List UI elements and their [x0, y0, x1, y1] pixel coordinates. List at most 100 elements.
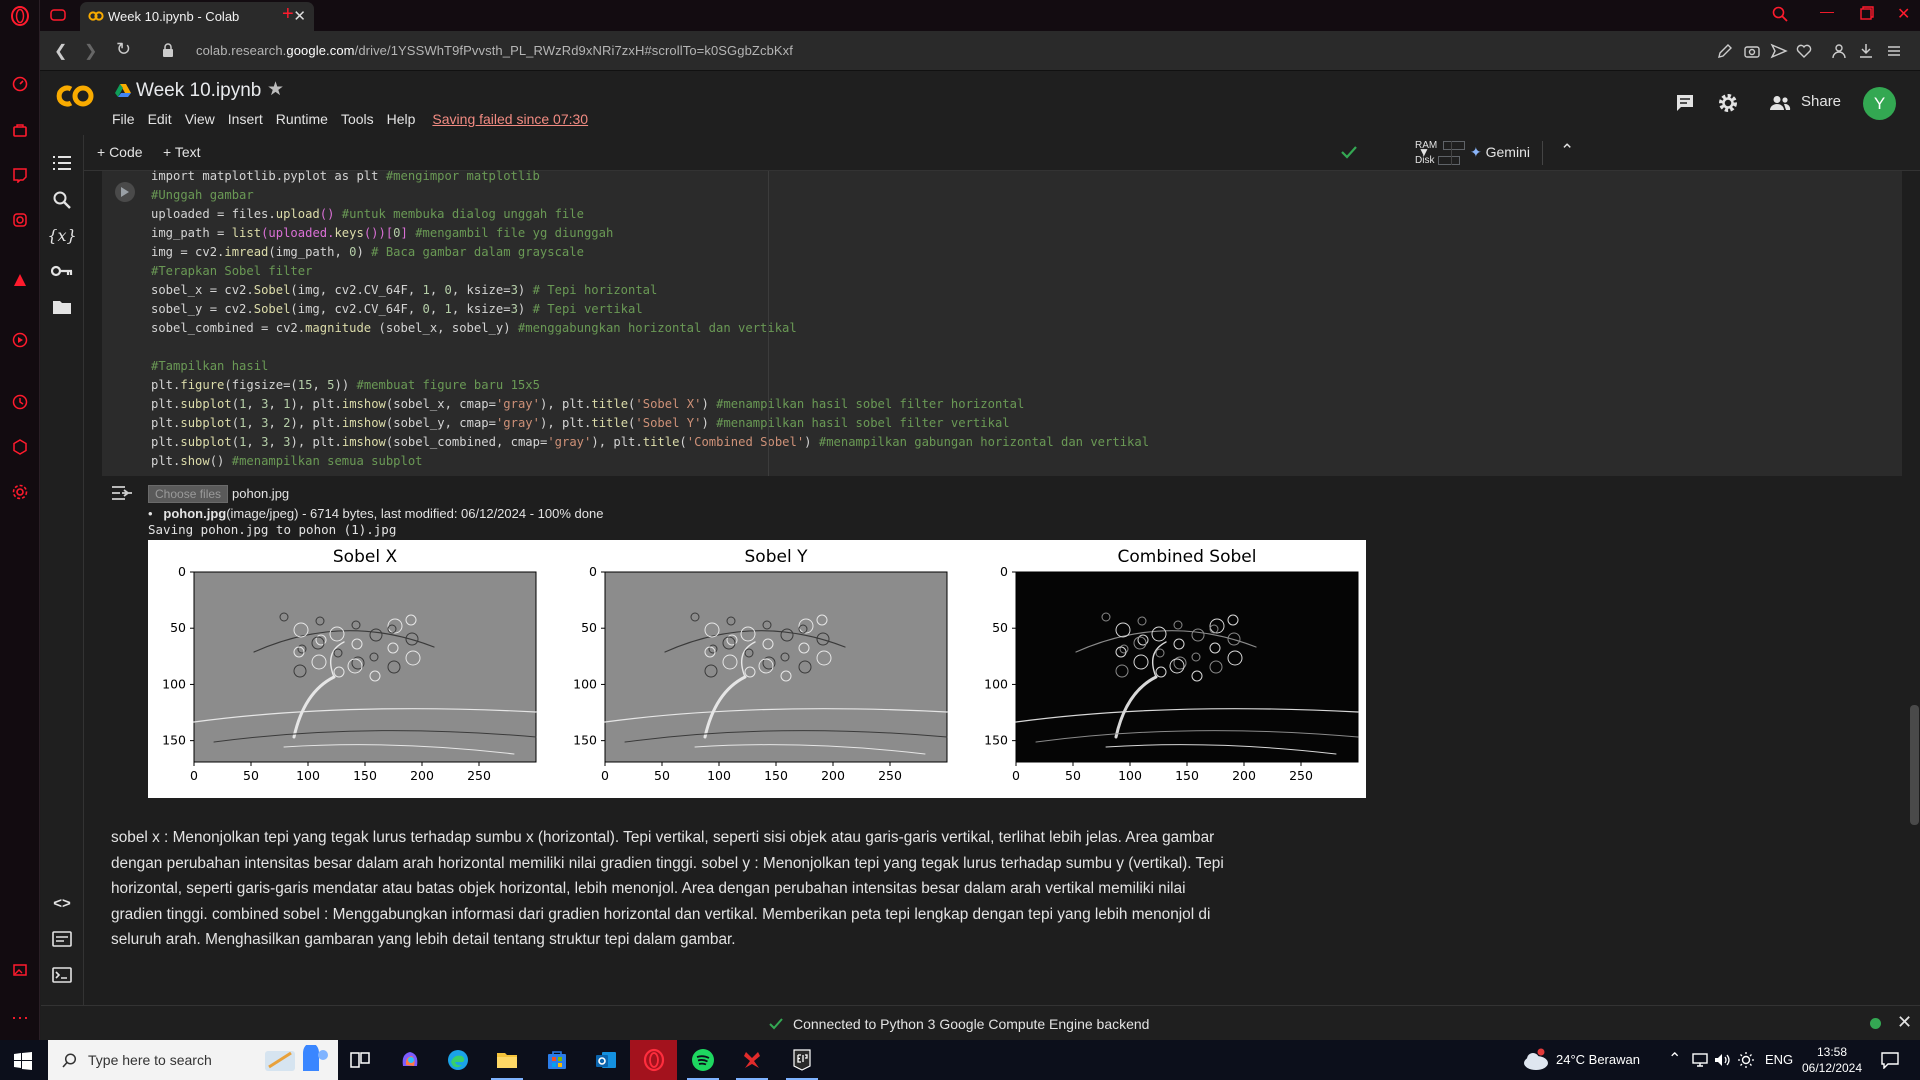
- opera-logo-icon[interactable]: [8, 4, 32, 28]
- twitch-icon[interactable]: [8, 163, 32, 187]
- collapse-header-icon[interactable]: ⌃: [1560, 141, 1574, 161]
- y-tick-label: 0: [178, 564, 186, 579]
- command-palette-icon[interactable]: [50, 927, 74, 951]
- menu-file[interactable]: File: [112, 111, 135, 127]
- menu-tools[interactable]: Tools: [341, 111, 374, 127]
- menu-runtime[interactable]: Runtime: [276, 111, 328, 127]
- markdown-cell[interactable]: sobel x : Menonjolkan tepi yang tegak lu…: [111, 825, 1226, 953]
- clock[interactable]: 13:58 06/12/2024: [1800, 1044, 1864, 1076]
- run-cell-button[interactable]: [115, 182, 135, 202]
- send-icon[interactable]: [1770, 42, 1788, 60]
- share-button[interactable]: Share: [1801, 93, 1841, 110]
- subplot-title: Sobel Y: [745, 547, 809, 567]
- share-people-icon[interactable]: [1769, 95, 1791, 111]
- gemini-button[interactable]: ✦ Gemini: [1470, 144, 1530, 161]
- menu-edit[interactable]: Edit: [148, 111, 172, 127]
- url-field[interactable]: colab.research.google.com/drive/1YSSWhT9…: [196, 43, 793, 58]
- copilot-icon[interactable]: [398, 1048, 422, 1072]
- files-folder-icon[interactable]: [50, 295, 74, 319]
- speed-dial-icon[interactable]: [8, 72, 32, 96]
- close-window-icon[interactable]: ✕: [1897, 4, 1910, 24]
- instagram-icon[interactable]: [8, 208, 32, 232]
- bookmark-heart-icon[interactable]: [1795, 42, 1813, 60]
- easy-setup-icon[interactable]: [1885, 42, 1903, 60]
- code-editor[interactable]: import matplotlib.pyplot as plt #mengimp…: [151, 167, 1149, 471]
- spotify-icon[interactable]: [691, 1048, 715, 1072]
- choose-files-button[interactable]: Choose files: [148, 485, 229, 503]
- taskbar-search[interactable]: Type here to search: [48, 1040, 338, 1080]
- code-line: plt.subplot(1, 3, 3), plt.imshow(sobel_c…: [151, 435, 1150, 449]
- menu-view[interactable]: View: [185, 111, 215, 127]
- brightness-icon[interactable]: [1738, 1052, 1754, 1068]
- settings-gear-icon[interactable]: [1717, 92, 1739, 114]
- search-icon[interactable]: [50, 188, 74, 212]
- secrets-key-icon[interactable]: [50, 259, 74, 283]
- notebook-title[interactable]: Week 10.ipynb: [136, 80, 261, 102]
- weather-cloud-icon[interactable]: [1522, 1048, 1550, 1072]
- extensions-icon[interactable]: [8, 435, 32, 459]
- store-icon[interactable]: [545, 1048, 569, 1072]
- colab-logo-icon[interactable]: [55, 83, 95, 109]
- new-tab-icon[interactable]: +: [282, 3, 294, 26]
- player-icon[interactable]: [8, 328, 32, 352]
- y-tick-label: 50: [170, 620, 186, 635]
- task-view-icon[interactable]: [348, 1048, 372, 1072]
- code-snippets-icon[interactable]: <>: [50, 891, 74, 915]
- menu-help[interactable]: Help: [387, 111, 416, 127]
- comment-icon[interactable]: [1675, 93, 1695, 113]
- download-icon[interactable]: [1857, 42, 1875, 60]
- star-icon[interactable]: ★: [267, 78, 284, 101]
- variables-icon[interactable]: {x}: [47, 223, 76, 247]
- tray-chevron-icon[interactable]: ⌃: [1668, 1049, 1681, 1069]
- outlook-icon[interactable]: [594, 1048, 618, 1072]
- close-tab-icon[interactable]: ✕: [293, 7, 306, 25]
- saving-status[interactable]: Saving failed since 07:30: [432, 111, 588, 127]
- language-indicator[interactable]: ENG: [1765, 1052, 1793, 1067]
- output-toggle-icon[interactable]: [111, 484, 133, 502]
- edit-page-icon[interactable]: [1716, 42, 1734, 60]
- network-icon[interactable]: [1692, 1052, 1708, 1068]
- code-line: plt.show() #menampilkan semua subplot: [151, 454, 423, 468]
- windows-start-icon[interactable]: [14, 1052, 32, 1070]
- restore-icon[interactable]: [1860, 6, 1874, 20]
- back-icon[interactable]: ❮: [54, 41, 67, 61]
- notification-icon[interactable]: [1880, 1051, 1900, 1069]
- notebook-toolbar: + Code + Text RAM Disk ▼ ✦ Gemini ⌃: [84, 135, 1920, 171]
- volume-icon[interactable]: [1714, 1052, 1732, 1068]
- snapshot-icon[interactable]: [1743, 42, 1761, 60]
- code-cell[interactable]: import matplotlib.pyplot as plt #mengimp…: [102, 169, 1902, 476]
- reload-icon[interactable]: ↻: [116, 39, 131, 60]
- settings-icon[interactable]: [8, 480, 32, 504]
- search-tabs-icon[interactable]: [1772, 6, 1788, 22]
- gallery-icon[interactable]: [8, 958, 32, 982]
- x-tick-label: 150: [764, 768, 788, 783]
- forward-icon[interactable]: ❯: [84, 41, 97, 61]
- terminal-icon[interactable]: [50, 963, 74, 987]
- avatar[interactable]: Y: [1863, 87, 1896, 120]
- weather-text[interactable]: 24°C Berawan: [1556, 1052, 1640, 1067]
- game-app-icon[interactable]: [740, 1048, 764, 1072]
- profile-icon[interactable]: [1830, 42, 1848, 60]
- add-code-button[interactable]: + Code: [97, 144, 143, 160]
- shopping-icon[interactable]: [8, 118, 32, 142]
- edge-icon[interactable]: [446, 1048, 470, 1072]
- aria-icon[interactable]: [8, 268, 32, 292]
- menu-insert[interactable]: Insert: [228, 111, 263, 127]
- subplot: Sobel X 0 50 100 150 200 250 0 50 100 150: [162, 547, 537, 783]
- close-status-icon[interactable]: ✕: [1897, 1012, 1912, 1033]
- epic-games-icon[interactable]: [790, 1048, 814, 1072]
- file-explorer-icon[interactable]: [495, 1048, 519, 1072]
- tab-colab[interactable]: Week 10.ipynb - Colab ✕: [80, 2, 314, 31]
- history-icon[interactable]: [8, 390, 32, 414]
- menu-bar: File Edit View Insert Runtime Tools Help…: [112, 111, 601, 127]
- runtime-dropdown-icon[interactable]: ▼: [1418, 145, 1430, 159]
- tab-manager-icon[interactable]: [50, 8, 66, 22]
- opera-taskbar-button[interactable]: [630, 1040, 677, 1080]
- add-text-button[interactable]: + Text: [163, 144, 201, 160]
- lock-icon[interactable]: [162, 43, 174, 57]
- x-tick-label: 0: [190, 768, 198, 783]
- minimize-icon[interactable]: —: [1820, 3, 1834, 19]
- notebook-scrollbar[interactable]: [1910, 705, 1919, 825]
- table-of-contents-icon[interactable]: [50, 151, 74, 175]
- more-icon[interactable]: ⋯: [8, 1006, 32, 1030]
